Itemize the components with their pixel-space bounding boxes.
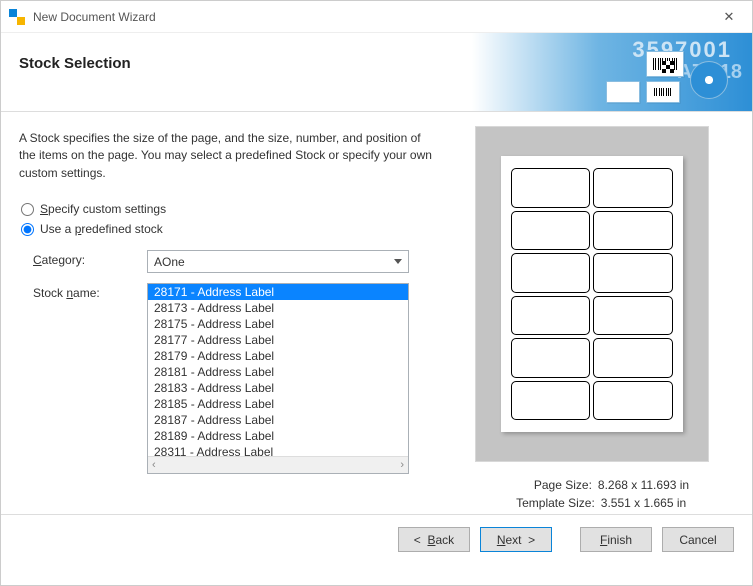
radio-custom-settings[interactable]: Specify custom settings	[19, 202, 433, 216]
page-title: Stock Selection	[19, 55, 131, 72]
qr-icon	[662, 61, 674, 73]
stockname-listbox-wrap: 28171 - Address Label28173 - Address Lab…	[147, 283, 409, 474]
template-size-value: 3.551 x 1.665 in	[601, 496, 686, 510]
preview-label-cell	[593, 168, 673, 208]
list-item[interactable]: 28171 - Address Label	[148, 284, 408, 300]
template-size-row: Template Size: 3.551 x 1.665 in	[497, 496, 686, 510]
preview-label-cell	[593, 211, 673, 251]
stock-preview	[475, 126, 709, 462]
list-item[interactable]: 28179 - Address Label	[148, 348, 408, 364]
radio-custom-input[interactable]	[21, 203, 34, 216]
cancel-label: Cancel	[679, 533, 716, 547]
preview-label-cell	[511, 381, 591, 421]
preview-label-cell	[511, 211, 591, 251]
wizard-header: Stock Selection 3597001 A7-118	[1, 33, 752, 111]
preview-label-cell	[511, 296, 591, 336]
preview-label-cell	[511, 168, 591, 208]
category-value: AOne	[154, 255, 185, 269]
card-blank-icon	[606, 81, 640, 103]
preview-label-cell	[511, 338, 591, 378]
disc-icon	[690, 61, 728, 99]
radio-custom-label: Specify custom settings	[40, 202, 166, 216]
preview-label-cell	[593, 253, 673, 293]
preview-label-cell	[593, 381, 673, 421]
category-label: Category:	[33, 250, 135, 273]
predefined-form: Category: AOne Stock name: 28171 - Addre…	[33, 250, 433, 474]
list-item[interactable]: 28189 - Address Label	[148, 428, 408, 444]
finish-button[interactable]: Finish	[580, 527, 652, 552]
preview-label-cell	[511, 253, 591, 293]
scroll-right-icon[interactable]: ›	[400, 459, 404, 471]
stockname-label: Stock name:	[33, 283, 135, 474]
left-column: A Stock specifies the size of the page, …	[19, 122, 449, 514]
barcode-card-small-icon	[646, 81, 680, 103]
right-column: Page Size: 8.268 x 11.693 in Template Si…	[449, 122, 734, 514]
list-item[interactable]: 28187 - Address Label	[148, 412, 408, 428]
preview-label-cell	[593, 338, 673, 378]
close-button[interactable]: ✕	[706, 1, 752, 32]
radio-predefined-label: Use a predefined stock	[40, 222, 163, 236]
app-icon	[9, 9, 25, 25]
stockname-listbox[interactable]: 28171 - Address Label28173 - Address Lab…	[148, 284, 408, 456]
scroll-left-icon[interactable]: ‹	[152, 459, 156, 471]
radio-predefined-input[interactable]	[21, 223, 34, 236]
description-text: A Stock specifies the size of the page, …	[19, 130, 433, 182]
page-size-row: Page Size: 8.268 x 11.693 in	[494, 478, 689, 492]
preview-label-cell	[593, 296, 673, 336]
list-item[interactable]: 28175 - Address Label	[148, 316, 408, 332]
category-combo[interactable]: AOne	[147, 250, 409, 273]
wizard-footer: < Back Next > Finish Cancel	[1, 514, 752, 564]
list-item[interactable]: 28181 - Address Label	[148, 364, 408, 380]
cancel-button[interactable]: Cancel	[662, 527, 734, 552]
list-item[interactable]: 28177 - Address Label	[148, 332, 408, 348]
header-banner: 3597001 A7-118	[472, 33, 752, 111]
titlebar: New Document Wizard ✕	[1, 1, 752, 33]
list-item[interactable]: 28173 - Address Label	[148, 300, 408, 316]
barcode-icon	[654, 88, 672, 96]
radio-predefined-stock[interactable]: Use a predefined stock	[19, 222, 433, 236]
next-button[interactable]: Next >	[480, 527, 552, 552]
preview-page	[501, 156, 683, 432]
list-item[interactable]: 28311 - Address Label	[148, 444, 408, 456]
page-size-label: Page Size:	[494, 478, 592, 492]
window-title: New Document Wizard	[33, 10, 156, 24]
list-item[interactable]: 28185 - Address Label	[148, 396, 408, 412]
wizard-body: A Stock specifies the size of the page, …	[1, 112, 752, 514]
back-button[interactable]: < Back	[398, 527, 470, 552]
horizontal-scrollbar[interactable]: ‹ ›	[148, 456, 408, 473]
list-item[interactable]: 28183 - Address Label	[148, 380, 408, 396]
template-size-label: Template Size:	[497, 496, 595, 510]
page-size-value: 8.268 x 11.693 in	[598, 478, 689, 492]
